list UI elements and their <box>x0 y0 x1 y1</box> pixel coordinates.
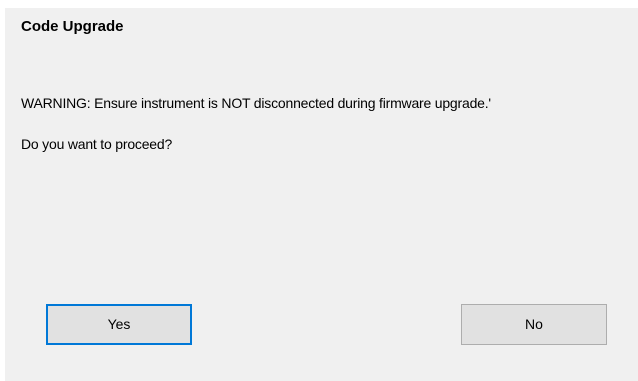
dialog-title: Code Upgrade <box>21 18 124 35</box>
proceed-question: Do you want to proceed? <box>21 136 173 152</box>
no-button[interactable]: No <box>461 304 607 345</box>
code-upgrade-dialog: Code Upgrade WARNING: Ensure instrument … <box>5 8 638 381</box>
warning-message: WARNING: Ensure instrument is NOT discon… <box>21 95 491 111</box>
yes-button[interactable]: Yes <box>46 304 192 345</box>
